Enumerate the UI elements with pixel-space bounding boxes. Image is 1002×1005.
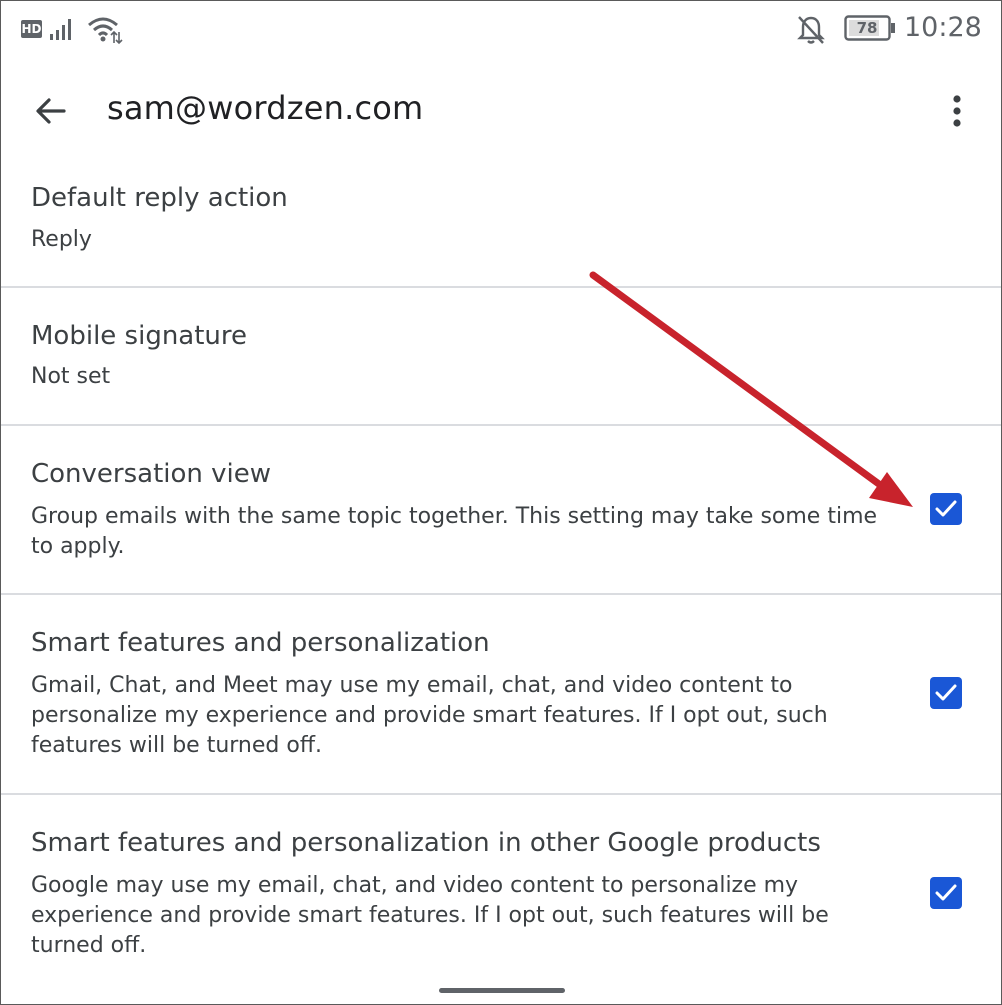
setting-title: Conversation view [31, 459, 272, 489]
more-vert-icon [953, 95, 961, 127]
app-bar: sam@wordzen.com [1, 61, 1001, 161]
account-title: sam@wordzen.com [107, 89, 424, 127]
signal-icon [50, 19, 71, 40]
notifications-off-icon [797, 16, 825, 44]
setting-smart-features-other-products[interactable]: Smart features and personalization in ot… [1, 795, 1001, 1004]
setting-description: Gmail, Chat, and Meet may use my email, … [31, 673, 828, 758]
setting-title: Smart features and personalization in ot… [31, 828, 821, 858]
setting-smart-features[interactable]: Smart features and personalization Gmail… [1, 595, 1001, 795]
conversation-view-checkbox[interactable] [930, 493, 962, 525]
smart-features-checkbox[interactable] [930, 677, 962, 709]
gesture-nav-handle[interactable] [439, 988, 565, 993]
setting-title: Mobile signature [31, 321, 248, 351]
battery-level: 78 [856, 19, 878, 37]
check-icon [935, 500, 957, 517]
setting-description: Google may use my email, chat, and video… [31, 873, 829, 958]
setting-conversation-view[interactable]: Conversation view Group emails with the … [1, 426, 1001, 595]
setting-default-reply-action[interactable]: Default reply action Reply [1, 161, 1001, 288]
status-bar: HD 78 10:28 [1, 1, 1001, 61]
arrow-back-icon [36, 98, 66, 124]
smart-features-other-products-checkbox[interactable] [930, 877, 962, 909]
setting-description: Group emails with the same topic togethe… [31, 504, 878, 559]
check-icon [935, 684, 957, 701]
more-options-button[interactable] [939, 91, 975, 131]
setting-value: Reply [31, 227, 92, 252]
wifi-icon [88, 17, 123, 45]
check-icon [935, 884, 957, 901]
back-button[interactable] [31, 91, 71, 131]
phone-screen: HD 78 10:28 sam@wordzen.com Default repl… [0, 0, 1002, 1005]
clock: 10:28 [904, 12, 982, 43]
setting-value: Not set [31, 364, 111, 389]
setting-title: Smart features and personalization [31, 628, 490, 658]
setting-mobile-signature[interactable]: Mobile signature Not set [1, 288, 1001, 426]
hd-badge: HD [21, 20, 42, 38]
setting-title: Default reply action [31, 183, 288, 213]
